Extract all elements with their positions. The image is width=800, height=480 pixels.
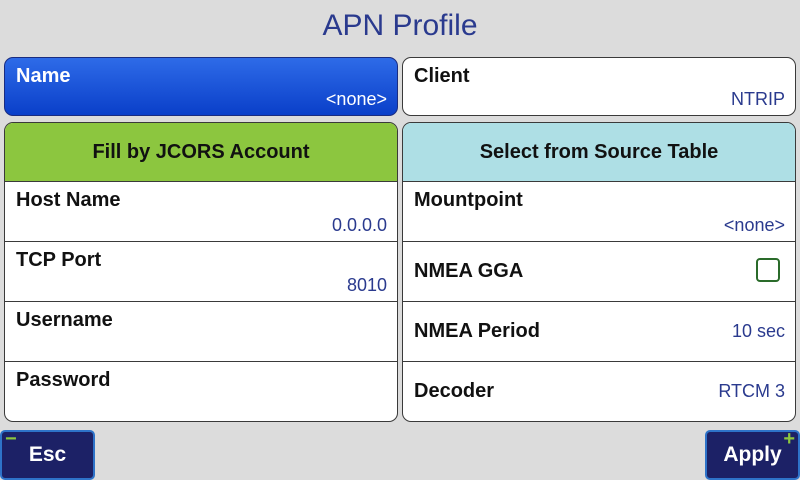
mountpoint-field[interactable]: Mountpoint <none> <box>403 182 795 242</box>
username-label: Username <box>16 309 113 331</box>
minus-icon: − <box>5 428 17 450</box>
select-from-source-table-button[interactable]: Select from Source Table <box>403 123 795 182</box>
client-value: NTRIP <box>731 89 785 109</box>
page-title: APN Profile <box>322 9 478 42</box>
nmea-period-value: 10 sec <box>731 321 785 341</box>
host-name-value: 0.0.0.0 <box>331 215 387 235</box>
apply-button-label: Apply <box>723 443 782 466</box>
source-table-panel: Select from Source Table Mountpoint <non… <box>402 122 796 422</box>
nmea-period-field[interactable]: NMEA Period 10 sec <box>403 302 795 362</box>
apply-button[interactable]: + Apply <box>705 428 800 480</box>
esc-button[interactable]: − Esc <box>0 428 95 480</box>
decoder-field[interactable]: Decoder RTCM 3 <box>403 362 795 421</box>
mountpoint-value: <none> <box>723 215 785 235</box>
password-field[interactable]: Password <box>5 362 397 421</box>
name-value: <none> <box>325 89 387 109</box>
fill-by-jcors-button[interactable]: Fill by JCORS Account <box>5 123 397 182</box>
host-name-label: Host Name <box>16 189 121 211</box>
password-label: Password <box>16 369 111 391</box>
nmea-gga-checkbox[interactable] <box>756 258 780 282</box>
tcp-port-field[interactable]: TCP Port 8010 <box>5 242 397 302</box>
name-label: Name <box>16 65 71 87</box>
nmea-period-label: NMEA Period <box>414 320 540 342</box>
esc-button-label: Esc <box>28 443 67 466</box>
tcp-port-label: TCP Port <box>16 249 102 271</box>
decoder-value: RTCM 3 <box>718 381 785 401</box>
client-field[interactable]: Client NTRIP <box>402 57 796 116</box>
username-field[interactable]: Username <box>5 302 397 362</box>
mountpoint-label: Mountpoint <box>414 189 523 211</box>
client-label: Client <box>414 65 470 87</box>
nmea-gga-label: NMEA GGA <box>414 260 524 282</box>
host-name-field[interactable]: Host Name 0.0.0.0 <box>5 182 397 242</box>
name-field[interactable]: Name <none> <box>4 57 398 116</box>
decoder-label: Decoder <box>414 380 495 402</box>
nmea-gga-row[interactable]: NMEA GGA <box>403 242 795 302</box>
plus-icon: + <box>783 428 795 450</box>
tcp-port-value: 8010 <box>346 275 387 295</box>
jcors-account-panel: Fill by JCORS Account Host Name 0.0.0.0 … <box>4 122 398 422</box>
